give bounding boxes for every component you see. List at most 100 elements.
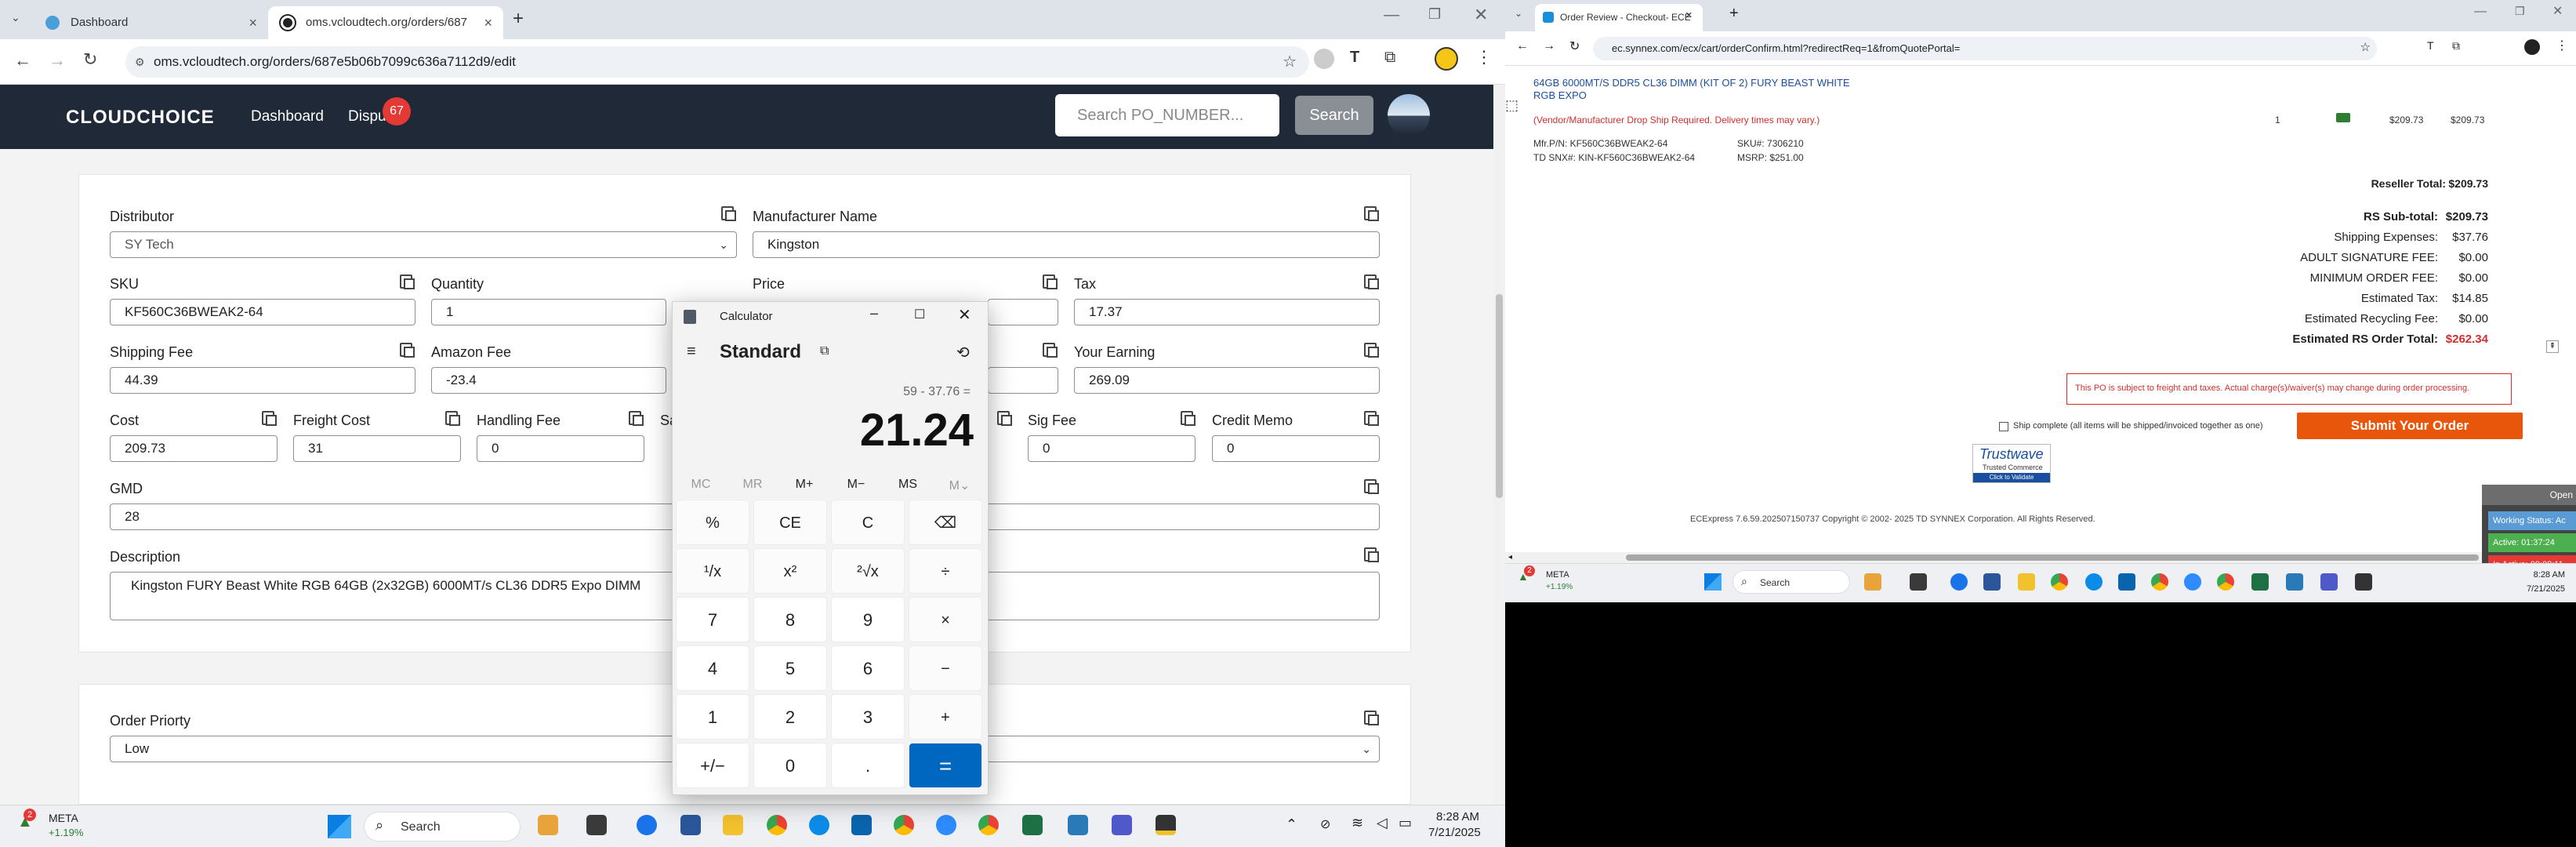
extension-t-icon[interactable]: T — [2427, 39, 2434, 52]
clock-date[interactable]: 7/21/2025 — [2527, 584, 2565, 594]
handling-fee-field[interactable]: 0 — [477, 435, 644, 462]
profile-icon[interactable] — [1435, 47, 1458, 71]
copy-icon[interactable] — [1364, 711, 1379, 725]
reload-icon[interactable]: ↻ — [1569, 38, 1580, 54]
equals-button[interactable]: = — [909, 743, 982, 788]
close-icon[interactable]: ✕ — [958, 305, 971, 325]
po-search-input[interactable]: Search PO_NUMBER... — [1055, 94, 1279, 136]
tab-order-review[interactable]: Order Review - Checkout- ECE × — [1535, 4, 1703, 31]
brand-logo[interactable]: CLOUDCHOICE — [66, 107, 215, 129]
square-button[interactable]: x² — [753, 548, 827, 594]
digit-8-button[interactable]: 8 — [753, 597, 827, 642]
file-explorer-icon[interactable] — [723, 815, 743, 835]
app-icon[interactable] — [2286, 573, 2303, 591]
forward-icon[interactable]: → — [49, 50, 66, 71]
outlook-icon[interactable] — [2118, 573, 2135, 591]
forward-icon[interactable]: → — [1543, 39, 1555, 53]
nav-dashboard[interactable]: Dashboard — [251, 108, 324, 125]
chrome-icon[interactable] — [2217, 573, 2234, 591]
horizontal-scrollbar[interactable]: ◂ — [1505, 552, 2482, 563]
outlook-icon[interactable] — [851, 815, 872, 835]
wifi-icon[interactable]: ≋ — [1351, 815, 1363, 831]
copy-icon[interactable] — [445, 411, 460, 426]
digit-5-button[interactable]: 5 — [753, 645, 827, 691]
minimize-icon[interactable]: — — [2474, 5, 2487, 19]
digit-4-button[interactable]: 4 — [676, 645, 749, 691]
tab-dashboard[interactable]: Dashboard × — [33, 6, 268, 39]
chrome-icon[interactable] — [2051, 573, 2068, 591]
amazon-fee-field[interactable]: -23.4 — [431, 367, 666, 394]
url-field[interactable]: ⚙ oms.vcloudtech.org/orders/687e5b06b709… — [125, 46, 1309, 78]
scroll-left-icon[interactable]: ◂ — [1508, 553, 1512, 562]
your-earning-field[interactable]: 269.09 — [1074, 367, 1380, 394]
clock-date[interactable]: 7/21/2025 — [1428, 826, 1481, 839]
memory-store-button[interactable]: MS — [884, 478, 931, 492]
memory-list-button[interactable]: M⌄ — [936, 478, 983, 493]
scrollbar-thumb[interactable] — [1496, 294, 1503, 498]
taskbar-search[interactable]: ⌕ Search — [364, 812, 521, 842]
reciprocal-button[interactable]: ¹/x — [676, 548, 749, 594]
credit-memo-field[interactable]: 0 — [1212, 435, 1380, 462]
digit-2-button[interactable]: 2 — [753, 694, 827, 740]
chrome-icon[interactable] — [767, 815, 787, 835]
copy-icon[interactable] — [1364, 274, 1379, 289]
memory-add-button[interactable]: M+ — [781, 478, 828, 492]
memory-recall-button[interactable]: MR — [729, 478, 776, 492]
digit-0-button[interactable]: 0 — [753, 743, 827, 788]
new-tab-icon[interactable]: + — [1729, 5, 1739, 23]
extension-icon[interactable] — [1314, 49, 1334, 69]
scroll-top-icon[interactable]: ⇞ — [2546, 340, 2559, 353]
tax-field[interactable]: 17.37 — [1074, 299, 1380, 325]
clock-time[interactable]: 8:28 AM — [1436, 810, 1479, 823]
windows-start-icon[interactable] — [1704, 573, 1722, 591]
back-icon[interactable]: ← — [1516, 39, 1529, 53]
sig-fee-field[interactable]: 0 — [1028, 435, 1195, 462]
app-icon[interactable] — [2355, 573, 2372, 591]
chrome-icon[interactable] — [2151, 573, 2168, 591]
extensions-puzzle-icon[interactable]: ⧉ — [2452, 39, 2460, 53]
copy-icon[interactable] — [400, 343, 415, 358]
copy-icon[interactable] — [1364, 479, 1379, 494]
excel-icon[interactable] — [2251, 573, 2269, 591]
teams-icon[interactable] — [1112, 815, 1132, 835]
quantity-field[interactable]: 1 — [431, 299, 666, 325]
product-name-line1[interactable]: 64GB 6000MT/S DDR5 CL36 DIMM (KIT OF 2) … — [1533, 77, 1850, 89]
close-icon[interactable]: × — [1685, 9, 1693, 22]
tab-search-icon[interactable]: ⌄ — [1515, 8, 1522, 19]
app-icon[interactable] — [1910, 573, 1927, 591]
url-field[interactable]: ec.synnex.com/ecx/cart/orderConfirm.html… — [1593, 37, 2377, 60]
shipping-fee-field[interactable]: 44.39 — [110, 367, 415, 394]
copy-icon[interactable] — [1364, 343, 1379, 358]
volume-icon[interactable]: ◁ — [1377, 815, 1388, 831]
ship-complete-checkbox[interactable] — [1999, 422, 2008, 431]
copy-icon[interactable] — [262, 411, 277, 426]
extensions-puzzle-icon[interactable]: ⧉ — [1384, 49, 1395, 67]
maximize-icon[interactable]: ❐ — [2515, 5, 2525, 18]
clear-button[interactable]: C — [831, 500, 905, 545]
freight-cost-field[interactable]: 31 — [293, 435, 461, 462]
copy-icon[interactable] — [629, 411, 644, 426]
camera-off-icon[interactable]: ⊘ — [1320, 816, 1330, 832]
widgets-icon[interactable] — [538, 815, 558, 835]
distributor-select[interactable]: SY Tech ⌄ — [110, 231, 737, 258]
menu-dots-icon[interactable]: ⋮ — [2556, 38, 2568, 53]
zoom-icon[interactable] — [936, 815, 956, 835]
calculator-taskbar-icon[interactable] — [680, 815, 701, 835]
copy-icon[interactable] — [997, 411, 1012, 426]
site-info-icon[interactable]: ⚙ — [135, 46, 145, 78]
side-widget-icon[interactable]: ⬚ — [1505, 97, 1518, 114]
widgets-icon[interactable] — [1864, 573, 1881, 591]
divide-button[interactable]: ÷ — [909, 548, 982, 594]
extension-t-icon[interactable]: T — [1350, 49, 1359, 67]
scrollbar-thumb[interactable] — [1626, 554, 2479, 561]
decimal-button[interactable]: . — [831, 743, 905, 788]
stock-name[interactable]: META — [1546, 570, 1569, 580]
negate-button[interactable]: +/− — [676, 743, 749, 788]
digit-1-button[interactable]: 1 — [676, 694, 749, 740]
bookmark-star-icon[interactable]: ☆ — [1283, 46, 1297, 78]
chrome-icon[interactable] — [894, 815, 914, 835]
app-icon[interactable] — [1950, 573, 1968, 591]
copy-icon[interactable] — [721, 206, 736, 221]
minimize-icon[interactable]: — — [1384, 6, 1399, 24]
digit-6-button[interactable]: 6 — [831, 645, 905, 691]
